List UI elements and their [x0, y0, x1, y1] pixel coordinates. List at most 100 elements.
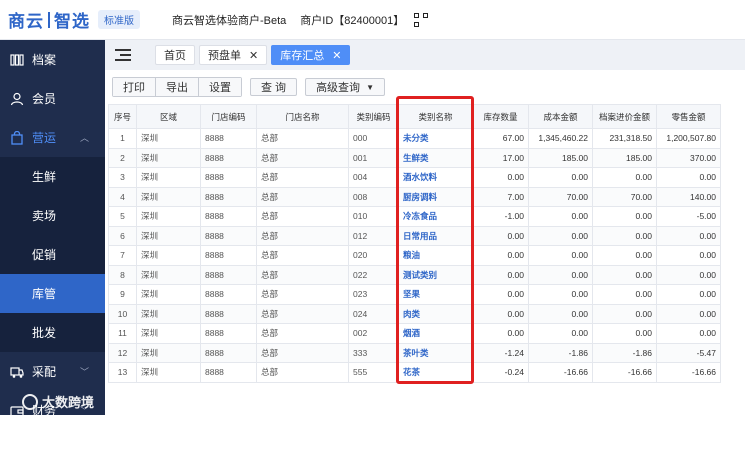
table-cell: 9	[108, 284, 137, 305]
menu-toggle-icon[interactable]	[115, 49, 131, 61]
table-cell: 深圳	[136, 323, 201, 344]
table-row[interactable]: 1 深圳 8888 总部 000 未分类 67.00 1,345,460.22 231,318.…	[108, 128, 721, 149]
table-row[interactable]: 13 深圳 8888 总部 555 花茶 -0.24 -16.66 -16.66 -16.66	[108, 362, 721, 383]
table-row[interactable]: 2 深圳 8888 总部 001 生鲜类 17.00 185.00 185.00 370.00	[108, 147, 721, 168]
table-cell: 8888	[200, 303, 257, 324]
sidebar-subitem-fresh[interactable]: 生鲜	[0, 157, 105, 196]
table-row[interactable]: 3 深圳 8888 总部 004 酒水饮料 0.00 0.00 0.00 0.00	[108, 167, 721, 188]
table-cell: 烟酒	[398, 323, 473, 344]
table-cell: 总部	[256, 284, 349, 305]
chart-icon	[10, 433, 24, 447]
sidebar-item-member[interactable]: 会员	[0, 79, 105, 118]
table-cell: -5.47	[656, 342, 721, 363]
table-row[interactable]: 12 深圳 8888 总部 333 茶叶类 -1.24 -1.86 -1.86 -5.47	[108, 342, 721, 363]
column-header[interactable]: 类别编码	[348, 104, 399, 129]
sidebar-item-operations[interactable]: 营运 ︿	[0, 118, 105, 157]
tab-inventory-summary[interactable]: 库存汇总 ✕	[271, 45, 351, 65]
table-row[interactable]: 4 深圳 8888 总部 008 厨房调料 7.00 70.00 70.00 140.00	[108, 186, 721, 207]
column-header[interactable]: 区域	[136, 104, 201, 129]
table-cell: 6	[108, 225, 137, 246]
table-cell: 004	[348, 167, 399, 188]
close-icon[interactable]: ✕	[332, 49, 341, 62]
table-cell: -0.24	[472, 362, 529, 383]
table-row[interactable]: 7 深圳 8888 总部 020 粮油 0.00 0.00 0.00 0.00	[108, 245, 721, 266]
edition-badge: 标准版	[98, 10, 140, 29]
table-cell: 231,318.50	[592, 128, 657, 149]
sidebar-item-label: 档案	[32, 53, 57, 67]
advanced-query-button[interactable]: 高级查询 ▼	[305, 78, 385, 96]
watermark-text: 大数跨境	[42, 395, 95, 410]
table-cell: 0.00	[656, 245, 721, 266]
sidebar-subitem-inventory[interactable]: 库管	[0, 274, 105, 313]
table-row[interactable]: 11 深圳 8888 总部 002 烟酒 0.00 0.00 0.00 0.00	[108, 323, 721, 344]
table-row[interactable]: 6 深圳 8888 总部 012 日常用品 0.00 0.00 0.00 0.00	[108, 225, 721, 246]
qr-code-icon[interactable]	[414, 12, 429, 27]
sidebar-item-archive[interactable]: 档案	[0, 40, 105, 79]
table-cell: 0.00	[528, 264, 593, 285]
tab-label: 库存汇总	[280, 50, 325, 62]
sidebar-subitem-store[interactable]: 卖场	[0, 196, 105, 235]
sidebar-item-label: 采配	[32, 365, 57, 379]
table-cell: 总部	[256, 128, 349, 149]
table-cell: 1,200,507.80	[656, 128, 721, 149]
column-header[interactable]: 门店名称	[256, 104, 349, 129]
table-cell: 0.00	[656, 303, 721, 324]
table-cell: 185.00	[528, 147, 593, 168]
logo-separator	[48, 11, 50, 28]
table-cell: 000	[348, 128, 399, 149]
app-logo[interactable]: 商云 智选	[8, 7, 90, 32]
column-header[interactable]: 库存数量	[472, 104, 529, 129]
column-header[interactable]: 序号	[108, 104, 137, 129]
table-row[interactable]: 9 深圳 8888 总部 023 坚果 0.00 0.00 0.00 0.00	[108, 284, 721, 305]
column-header[interactable]: 门店编码	[200, 104, 257, 129]
column-header[interactable]: 零售金额	[656, 104, 721, 129]
table-row[interactable]: 5 深圳 8888 总部 010 冷冻食品 -1.00 0.00 0.00 -5.00	[108, 206, 721, 227]
table-cell: 总部	[256, 362, 349, 383]
table-cell: 7.00	[472, 186, 529, 207]
sidebar-subitem-wholesale[interactable]: 批发	[0, 313, 105, 352]
column-header[interactable]: 档案进价金额	[592, 104, 657, 129]
table-row[interactable]: 10 深圳 8888 总部 024 肉类 0.00 0.00 0.00 0.00	[108, 303, 721, 324]
sidebar-item-decision[interactable]: 决策	[0, 430, 105, 450]
export-button[interactable]: 导出	[156, 78, 199, 96]
tab-pre-inventory[interactable]: 预盘单 ✕	[199, 45, 268, 65]
table-cell: 8888	[200, 128, 257, 149]
table-cell: 深圳	[136, 206, 201, 227]
table-cell: 1	[108, 128, 137, 149]
table-cell: 0.00	[472, 284, 529, 305]
table-cell: 8888	[200, 245, 257, 266]
column-header[interactable]: 成本金额	[528, 104, 593, 129]
tab-home[interactable]: 首页	[155, 45, 195, 65]
table-cell: 140.00	[656, 186, 721, 207]
table-cell: -1.86	[592, 342, 657, 363]
close-icon[interactable]: ✕	[249, 49, 258, 62]
settings-button[interactable]: 设置	[199, 78, 241, 96]
sidebar-item-procurement[interactable]: 采配 ﹀	[0, 352, 105, 391]
table-cell: 0.00	[472, 303, 529, 324]
table-cell: 8888	[200, 342, 257, 363]
table-row[interactable]: 8 深圳 8888 总部 022 测试类别 0.00 0.00 0.00 0.00	[108, 264, 721, 285]
table-cell: 8888	[200, 225, 257, 246]
sidebar-subitem-promotion[interactable]: 促销	[0, 235, 105, 274]
table-cell: 粮油	[398, 245, 473, 266]
table-cell: 8888	[200, 362, 257, 383]
sidebar-item-label: 会员	[32, 92, 57, 106]
table-cell: 185.00	[592, 147, 657, 168]
table-cell: 023	[348, 284, 399, 305]
table-cell: 深圳	[136, 147, 201, 168]
column-header[interactable]: 类别名称	[398, 104, 473, 129]
table-cell: 12	[108, 342, 137, 363]
table-cell: 70.00	[528, 186, 593, 207]
table-cell: 0.00	[592, 167, 657, 188]
table-cell: 深圳	[136, 186, 201, 207]
table-cell: 深圳	[136, 225, 201, 246]
table-cell: 17.00	[472, 147, 529, 168]
table-cell: 8	[108, 264, 137, 285]
print-button[interactable]: 打印	[113, 78, 156, 96]
query-button[interactable]: 查 询	[250, 78, 298, 96]
table-cell: -1.86	[528, 342, 593, 363]
table-cell: 总部	[256, 167, 349, 188]
table-cell: 8888	[200, 206, 257, 227]
table-cell: 坚果	[398, 284, 473, 305]
table-cell: 002	[348, 323, 399, 344]
